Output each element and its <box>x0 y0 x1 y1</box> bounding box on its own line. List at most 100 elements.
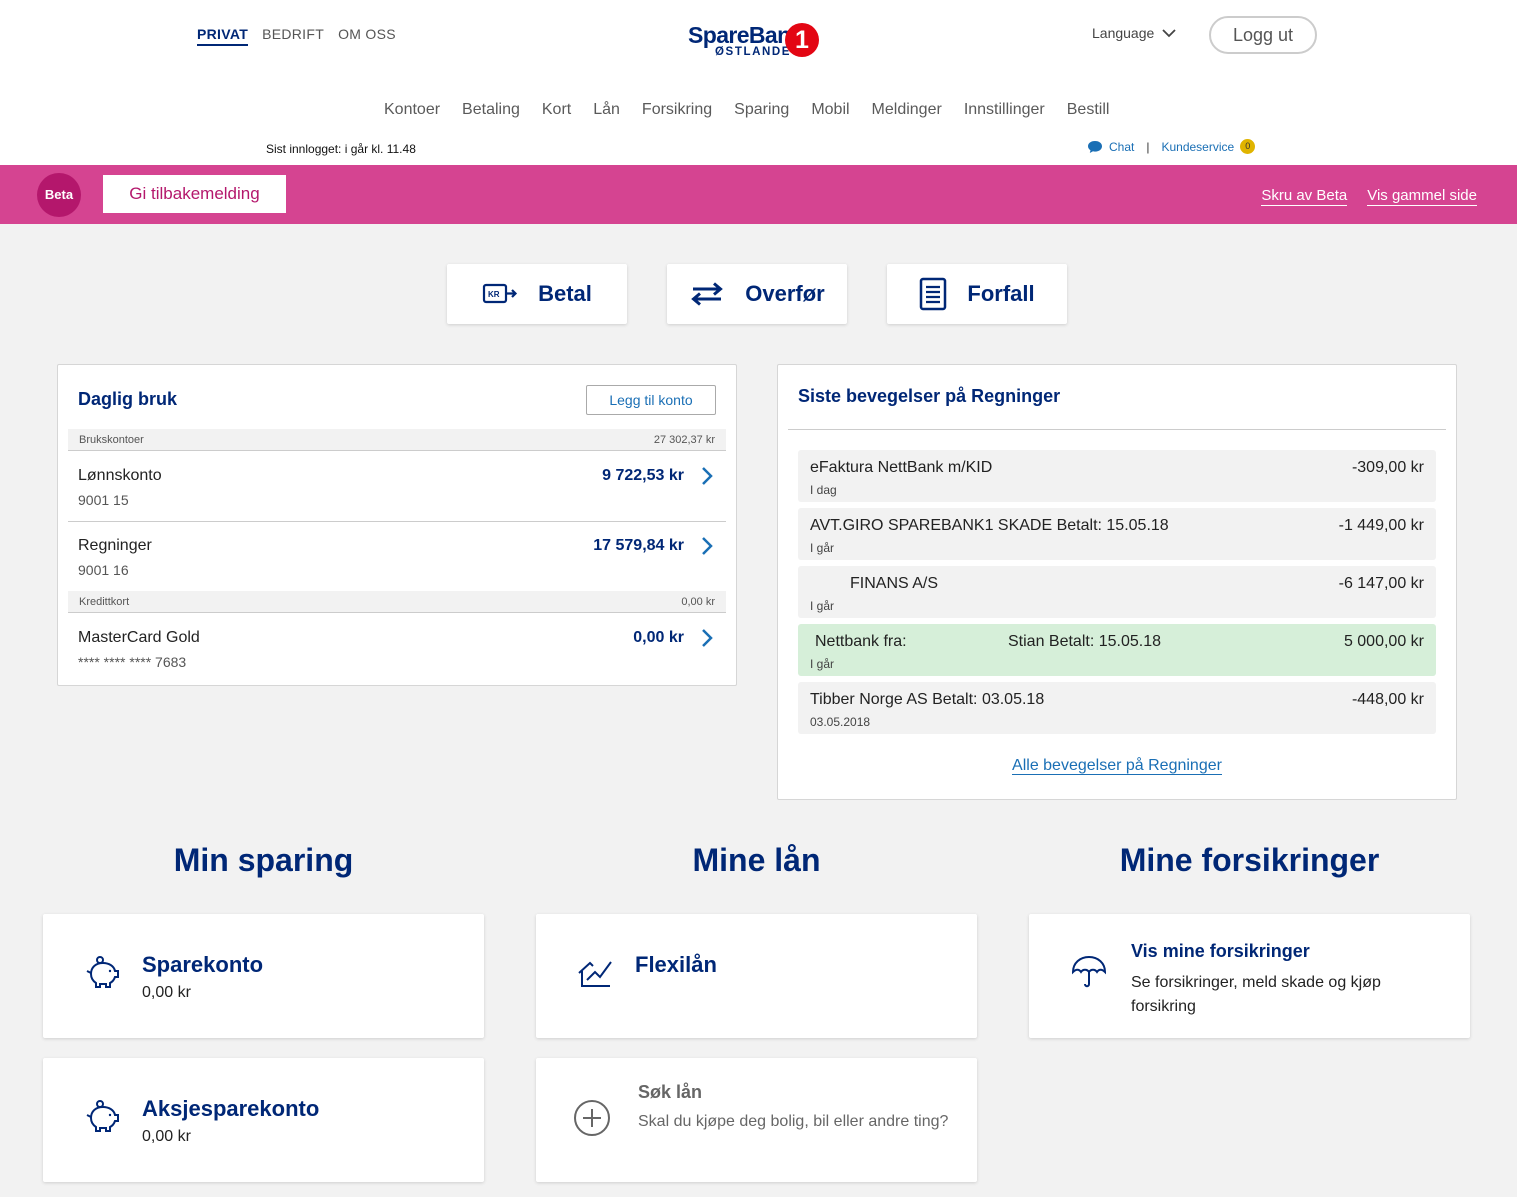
account-amount: 0,00 kr <box>633 629 684 646</box>
insurance-title: Vis mine forsikringer <box>1131 941 1310 961</box>
title-divider <box>788 429 1446 430</box>
separator: | <box>1146 139 1150 154</box>
nav-forsikring[interactable]: Forsikring <box>642 101 712 119</box>
account-number: 9001 15 <box>78 492 129 508</box>
nav-meldinger[interactable]: Meldinger <box>872 101 942 119</box>
transaction-amount: -309,00 kr <box>1351 459 1424 476</box>
last-login-text: Sist innlogget: i går kl. 11.48 <box>266 142 416 156</box>
transactions-title: Siste bevegelser på Regninger <box>798 386 1061 406</box>
transaction-date: I dag <box>810 483 837 497</box>
chat-bubble-icon[interactable] <box>1087 140 1103 154</box>
old-page-link[interactable]: Vis gammel side <box>1367 187 1477 206</box>
pay-label: Betal <box>538 281 592 306</box>
nav-sparing[interactable]: Sparing <box>734 101 789 119</box>
transaction-date: I går <box>810 599 835 613</box>
share-savings-account-card[interactable]: Aksjesparekonto 0,00 kr <box>43 1058 484 1182</box>
savings-account-card[interactable]: Sparekonto 0,00 kr <box>43 914 484 1038</box>
account-row-mastercard[interactable]: MasterCard Gold **** **** **** 7683 0,00… <box>68 614 726 684</box>
transaction-date: I går <box>810 657 835 671</box>
transaction-row[interactable]: Nettbank fra: Stian Betalt: 15.05.18 I g… <box>798 624 1436 676</box>
add-account-button[interactable]: Legg til konto <box>586 385 716 415</box>
beta-bar: Beta Gi tilbakemelding Skru av Beta Vis … <box>0 165 1517 224</box>
loans-section-title: Mine lån <box>692 842 821 878</box>
umbrella-icon <box>1071 955 1107 988</box>
account-row-regninger[interactable]: Regninger 9001 16 17 579,84 kr <box>68 522 726 592</box>
transactions-card: Siste bevegelser på Regninger eFaktura N… <box>777 364 1457 800</box>
swap-arrows-icon <box>691 282 724 306</box>
savings-account-title: Sparekonto <box>142 952 264 977</box>
main-nav: Kontoer Betaling Kort Lån Forsikring Spa… <box>384 101 1109 119</box>
chevron-right-icon <box>702 467 713 485</box>
nav-bestill[interactable]: Bestill <box>1067 101 1110 119</box>
transaction-row[interactable]: AVT.GIRO SPAREBANK1 SKADE Betalt: 15.05.… <box>798 508 1436 560</box>
transaction-date: 03.05.2018 <box>810 715 871 729</box>
customer-service-link[interactable]: Kundeservice <box>1161 140 1234 154</box>
group-label: Brukskontoer <box>79 433 144 446</box>
insurance-section-title: Mine forsikringer <box>1119 842 1380 878</box>
top-nav-bedrift[interactable]: BEDRIFT <box>262 26 324 46</box>
transaction-amount: 5 000,00 kr <box>1343 633 1424 650</box>
transaction-description: AVT.GIRO SPAREBANK1 SKADE Betalt: 15.05.… <box>810 517 1169 534</box>
transaction-date: I går <box>810 541 835 555</box>
group-header-kredittkort: Kredittkort 0,00 kr <box>68 591 726 613</box>
transfer-label: Overfør <box>745 281 825 306</box>
plus-circle-icon <box>574 1100 610 1136</box>
nav-lan[interactable]: Lån <box>593 101 620 119</box>
savings-account-value: 0,00 kr <box>142 984 191 1001</box>
all-transactions-wrapper: Alle bevegelser på Regninger <box>778 757 1456 775</box>
piggy-bank-icon <box>86 1100 119 1132</box>
flexilan-card[interactable]: Flexilån <box>536 914 977 1038</box>
account-amount: 9 722,53 kr <box>602 467 684 484</box>
account-row-lonnskonto[interactable]: Lønnskonto 9001 15 9 722,53 kr <box>68 452 726 522</box>
kr-transfer-icon: KR <box>482 283 518 304</box>
transaction-description: Nettbank fra: <box>815 633 907 650</box>
logout-button[interactable]: Logg ut <box>1209 16 1317 54</box>
nav-betaling[interactable]: Betaling <box>462 101 520 119</box>
chevron-right-icon <box>702 629 713 647</box>
account-number: **** **** **** 7683 <box>78 654 187 670</box>
nav-kontoer[interactable]: Kontoer <box>384 101 440 119</box>
feedback-button[interactable]: Gi tilbakemelding <box>103 175 286 213</box>
chat-link[interactable]: Chat <box>1109 140 1134 154</box>
daily-use-title: Daglig bruk <box>78 389 178 409</box>
svg-text:KR: KR <box>488 290 500 299</box>
chevron-right-icon <box>702 537 713 555</box>
logo-mark: 1 <box>785 23 819 57</box>
sparebank-logo[interactable]: SpareBank ØSTLANDET 1 <box>688 22 833 62</box>
top-nav-om-oss[interactable]: OM OSS <box>338 26 396 46</box>
all-transactions-link[interactable]: Alle bevegelser på Regninger <box>1012 757 1222 775</box>
transaction-description-part2: Stian Betalt: 15.05.18 <box>1008 633 1161 650</box>
account-name: MasterCard Gold <box>78 629 200 646</box>
disable-beta-link[interactable]: Skru av Beta <box>1261 187 1348 206</box>
top-nav: PRIVAT BEDRIFT OM OSS <box>197 26 396 46</box>
apply-loan-card[interactable]: Søk lån Skal du kjøpe deg bolig, bil ell… <box>536 1058 977 1182</box>
house-chart-icon <box>578 961 612 987</box>
daily-use-card: Daglig bruk Legg til konto Brukskontoer … <box>57 364 737 686</box>
customer-service-badge: 0 <box>1240 139 1256 154</box>
pay-button[interactable]: KR Betal <box>447 264 627 324</box>
due-label: Forfall <box>967 281 1035 306</box>
account-name: Regninger <box>78 537 152 554</box>
transfer-button[interactable]: Overfør <box>667 264 847 324</box>
support-links: Chat | Kundeservice 0 <box>1087 139 1256 154</box>
group-label: Kredittkort <box>79 595 130 608</box>
account-amount: 17 579,84 kr <box>593 537 684 554</box>
document-list-icon <box>920 277 947 311</box>
transaction-row[interactable]: FINANS A/S I går -6 147,00 kr <box>798 566 1436 618</box>
nav-innstillinger[interactable]: Innstillinger <box>964 101 1045 119</box>
nav-kort[interactable]: Kort <box>542 101 571 119</box>
apply-loan-title: Søk lån <box>638 1082 703 1102</box>
transaction-amount: -448,00 kr <box>1351 691 1424 708</box>
transaction-description: Tibber Norge AS Betalt: 03.05.18 <box>810 691 1045 708</box>
language-selector[interactable]: Language <box>1092 25 1176 41</box>
transaction-row[interactable]: eFaktura NettBank m/KID I dag -309,00 kr <box>798 450 1436 502</box>
site-header: PRIVAT BEDRIFT OM OSS SpareBank ØSTLANDE… <box>0 0 1517 165</box>
due-button[interactable]: Forfall <box>887 264 1067 324</box>
nav-mobil[interactable]: Mobil <box>811 101 849 119</box>
transaction-row[interactable]: Tibber Norge AS Betalt: 03.05.18 03.05.2… <box>798 682 1436 734</box>
saving-section-title: Min sparing <box>173 842 354 878</box>
flexilan-title: Flexilån <box>635 952 717 977</box>
beta-badge: Beta <box>37 173 81 217</box>
insurance-card[interactable]: Vis mine forsikringer Se forsikringer, m… <box>1029 914 1470 1038</box>
top-nav-privat[interactable]: PRIVAT <box>197 26 249 46</box>
